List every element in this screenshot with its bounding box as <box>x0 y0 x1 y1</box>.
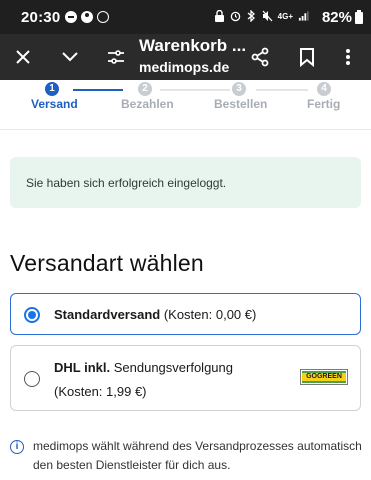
lock-icon <box>214 10 224 22</box>
option-text: Standardversand (Kosten: 0,00 €) <box>54 307 256 322</box>
mute-icon <box>262 10 273 22</box>
step-connector <box>256 89 308 91</box>
signal-icon <box>298 11 309 21</box>
step-number: 4 <box>317 82 331 96</box>
step-connector <box>160 89 230 91</box>
shipping-heading: Versandart wählen <box>10 250 204 276</box>
more-vert-icon <box>346 49 350 65</box>
bluetooth-icon <box>247 10 255 22</box>
login-success-notice: Sie haben sich erfolgreich eingeloggt. <box>10 157 361 208</box>
close-button[interactable] <box>8 42 38 72</box>
status-time: 20:30 <box>21 9 61 26</box>
option-cost: (Kosten: 1,99 €) <box>54 384 147 399</box>
gogreen-label: GOGREEN <box>302 371 346 383</box>
browser-app-bar: Warenkorb ... medimops.de <box>0 34 371 80</box>
page-domain: medimops.de <box>139 59 230 75</box>
status-bar: 20:30 4G+ 82% <box>0 0 371 34</box>
battery-percent: 82% <box>321 9 352 26</box>
share-button[interactable] <box>245 42 275 72</box>
gogreen-badge: GOGREEN <box>300 369 348 385</box>
expand-button[interactable] <box>55 42 85 72</box>
network-type: 4G+ <box>277 11 293 21</box>
page-title: Warenkorb ... <box>139 36 247 55</box>
step-number: 2 <box>138 82 152 96</box>
step-label: Versand <box>31 97 78 111</box>
divider <box>0 129 371 130</box>
option-detail: Sendungsverfolgung <box>113 360 233 375</box>
more-options-button[interactable] <box>333 42 363 72</box>
option-name: DHL inkl. <box>54 360 111 375</box>
step-number: 3 <box>232 82 246 96</box>
bookmark-icon <box>300 48 314 67</box>
checkout-stepper: 1 Versand 2 Bezahlen 3 Bestellen 4 Ferti… <box>0 80 371 120</box>
shipping-option-dhl[interactable]: DHL inkl. Sendungsverfolgung (Kosten: 1,… <box>10 345 361 411</box>
chevron-down-icon <box>62 52 78 62</box>
step-label: Bestellen <box>214 97 268 111</box>
shipping-option-standard[interactable]: Standardversand (Kosten: 0,00 €) <box>10 293 361 335</box>
share-icon <box>251 47 269 67</box>
step-label: Fertig <box>307 97 341 111</box>
dnd-icon <box>65 11 77 23</box>
cycling-icon <box>97 11 109 23</box>
option-name: Standardversand <box>54 307 161 322</box>
page-settings-icon <box>108 50 124 64</box>
step-connector <box>73 89 123 91</box>
radio-selected[interactable] <box>24 307 40 323</box>
alarm-icon <box>230 11 240 22</box>
account-icon <box>81 11 93 23</box>
close-icon <box>16 50 30 64</box>
option-text: DHL inkl. Sendungsverfolgung <box>54 360 233 375</box>
bookmark-button[interactable] <box>292 42 322 72</box>
step-label: Bezahlen <box>121 97 174 111</box>
info-icon: i <box>10 440 24 454</box>
system-icons: 4G+ <box>214 10 309 22</box>
battery-icon <box>355 10 363 24</box>
radio-unselected[interactable] <box>24 371 40 387</box>
info-text: medimops wählt während des Versandprozes… <box>33 439 362 472</box>
step-number: 1 <box>45 82 59 96</box>
option-cost: (Kosten: 0,00 €) <box>163 307 257 322</box>
notification-icons <box>65 11 109 23</box>
notice-text: Sie haben sich erfolgreich eingeloggt. <box>26 176 227 190</box>
page-settings-button[interactable] <box>101 42 131 72</box>
